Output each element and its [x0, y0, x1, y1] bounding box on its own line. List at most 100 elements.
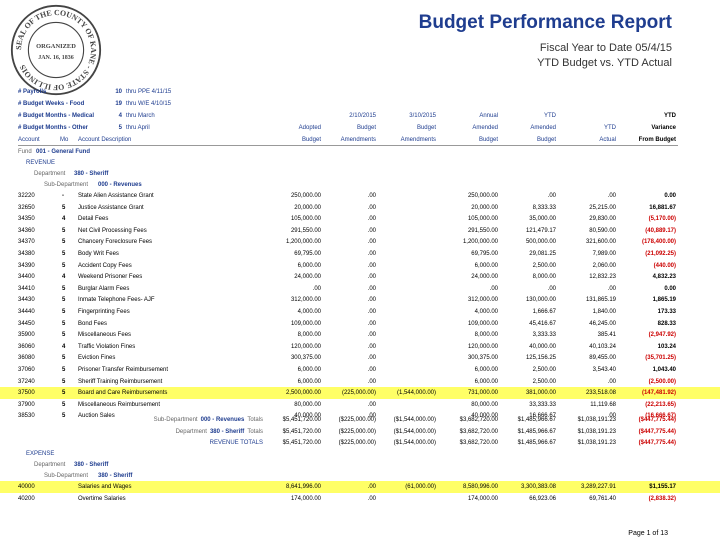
cell-amended: 8,000.00 [474, 332, 498, 339]
county-seal: SEAL OF THE COUNTY OF KANE - STATE OF IL… [10, 4, 102, 96]
account-description: Body Writ Fees [78, 251, 119, 257]
totals-label3: Totals [247, 417, 263, 423]
cell-a1: .00 [367, 274, 376, 281]
cell-amended: 174,000.00 [467, 495, 498, 502]
table-row: 37060 5 Prisoner Transfer Reimbursement 6,0… [0, 364, 720, 376]
totals-cell-a2: ($1,544,000.00) [393, 428, 436, 435]
cell-a1: .00 [367, 484, 376, 490]
cell-a1: .00 [367, 355, 376, 362]
param-budget-months-other: # Budget Months - Other 5 thru April Ado… [18, 125, 676, 131]
cell-a1: .00 [367, 367, 376, 373]
totals-cell-var: ($447,775.44) [638, 417, 676, 423]
totals-label1: Sub-Department [153, 417, 198, 423]
account-number: 37240 [18, 378, 35, 385]
cell-ytda: .00 [607, 193, 616, 199]
cell-ytdb: 3,333.33 [532, 332, 556, 339]
cell-adopted: 69,795.00 [294, 251, 321, 257]
cell-a1: .00 [367, 193, 376, 199]
cell-a1: .00 [367, 343, 376, 350]
table-row: 32650 5 Justice Assistance Grant 20,000.00.… [0, 202, 720, 214]
cell-var: (2,838.32) [648, 495, 676, 502]
cell-ytda: 46,245.00 [589, 320, 616, 327]
totals-cell-ytda: $1,038,191.23 [577, 417, 616, 423]
table-row: 37240 5 Sheriff Training Reimbursement 6,00… [0, 376, 720, 388]
cell-var: 103.24 [657, 343, 676, 350]
cell-ytda: 233,518.08 [585, 390, 616, 397]
cell-amended: 250,000.00 [467, 193, 498, 199]
table-row: 34370 5 Chancery Foreclosure Fees 1,200,000… [0, 236, 720, 248]
cell-amended: 8,580,996.00 [462, 484, 498, 490]
account-description: Miscellaneous Fees [78, 332, 132, 339]
month-code: 5 [62, 285, 66, 292]
cell-a2: (1,544,000.00) [396, 390, 436, 397]
cell-ytdb: 40,000.00 [529, 343, 556, 350]
totals-cell-ytda: $1,038,191.23 [577, 428, 616, 435]
month-code: 5 [62, 320, 66, 327]
account-number: 34360 [18, 227, 35, 234]
cell-a2: (61,000.00) [405, 484, 436, 490]
account-description: Chancery Foreclosure Fees [78, 239, 153, 246]
account-description: Fingerprinting Fees [78, 309, 130, 315]
account-number: 34430 [18, 297, 35, 304]
account-number: 37500 [18, 390, 35, 397]
month-code: 5 [62, 401, 66, 408]
cell-amended: 120,000.00 [467, 343, 498, 350]
account-number: 34380 [18, 251, 35, 257]
cell-ytdb: 125,156.25 [525, 355, 556, 362]
month-code: 5 [62, 239, 66, 246]
cell-a1: .00 [367, 204, 376, 211]
cell-amended: 69,795.00 [471, 251, 498, 257]
cell-ytdb: 2,500.00 [532, 367, 556, 373]
cell-ytda: 80,590.00 [589, 227, 616, 234]
cell-a1: .00 [367, 216, 376, 223]
month-code: - [62, 193, 64, 199]
cell-var: (440.00) [653, 262, 676, 269]
report-subtitle-fiscal: Fiscal Year to Date 05/4/15 [539, 42, 672, 54]
totals-label: Department 380 - Sheriff Totals [60, 426, 263, 438]
cell-ytda: 89,455.00 [589, 355, 616, 362]
cell-var: (40,889.17) [645, 227, 676, 234]
cell-var: (178,400.00) [641, 239, 676, 246]
cell-adopted: 2,500,000.00 [285, 390, 321, 397]
cell-var: 828.33 [657, 320, 676, 327]
cell-ytdb: 2,500.00 [532, 378, 556, 385]
cell-ytda: .00 [607, 285, 616, 292]
table-row: 34430 5 Inmate Telephone Fees- AJF 312,000.… [0, 294, 720, 306]
param-budget-months-medical: # Budget Months - Medical 4 thru March 2… [18, 113, 676, 119]
cell-adopted: 250,000.00 [290, 193, 321, 199]
cell-adopted: 109,000.00 [290, 320, 321, 327]
cell-ytdb: .00 [547, 193, 556, 199]
cell-ytda: 3,289,227.91 [580, 484, 616, 490]
cell-var: $1,155.17 [649, 484, 676, 490]
cell-a1: (225,000.00) [341, 390, 376, 397]
cell-ytda: 7,989.00 [592, 251, 616, 257]
cell-var: 173.33 [657, 309, 676, 315]
account-description: Board and Care Reimbursements [78, 390, 168, 397]
cell-ytdb: 35,000.00 [529, 216, 556, 223]
account-number: 40200 [18, 495, 35, 502]
month-code: 4 [62, 343, 66, 350]
cell-ytdb: 33,333.33 [529, 401, 556, 408]
cell-var: 1,043.40 [652, 367, 676, 373]
seal-center-1: ORGANIZED [36, 43, 76, 50]
cell-ytdb: 121,479.17 [525, 227, 556, 234]
cell-adopted: 312,000.00 [290, 297, 321, 304]
month-code: 4 [62, 274, 66, 281]
cell-a1: .00 [367, 320, 376, 327]
cell-a1: .00 [367, 239, 376, 246]
page-footer: Page 1 of 13 [628, 530, 668, 537]
account-description: Burglar Alarm Fees [78, 285, 130, 292]
cell-ytda: .00 [607, 378, 616, 385]
cell-adopted: .00 [312, 285, 321, 292]
totals-row: Department 380 - Sheriff Totals $5,451,720.… [0, 426, 720, 438]
account-description: Weekend Prisoner Fees [78, 274, 143, 281]
cell-var: (35,701.25) [645, 355, 676, 362]
cell-ytdb: 29,081.25 [529, 251, 556, 257]
seal-center-2: JAN. 16, 1836 [38, 55, 73, 61]
cell-amended: 300,375.00 [467, 355, 498, 362]
cell-a1: .00 [367, 262, 376, 269]
totals-label3: Totals [247, 428, 263, 435]
month-code: 5 [62, 355, 66, 362]
cell-var: 1,865.19 [652, 297, 676, 304]
month-code: 5 [62, 309, 66, 315]
